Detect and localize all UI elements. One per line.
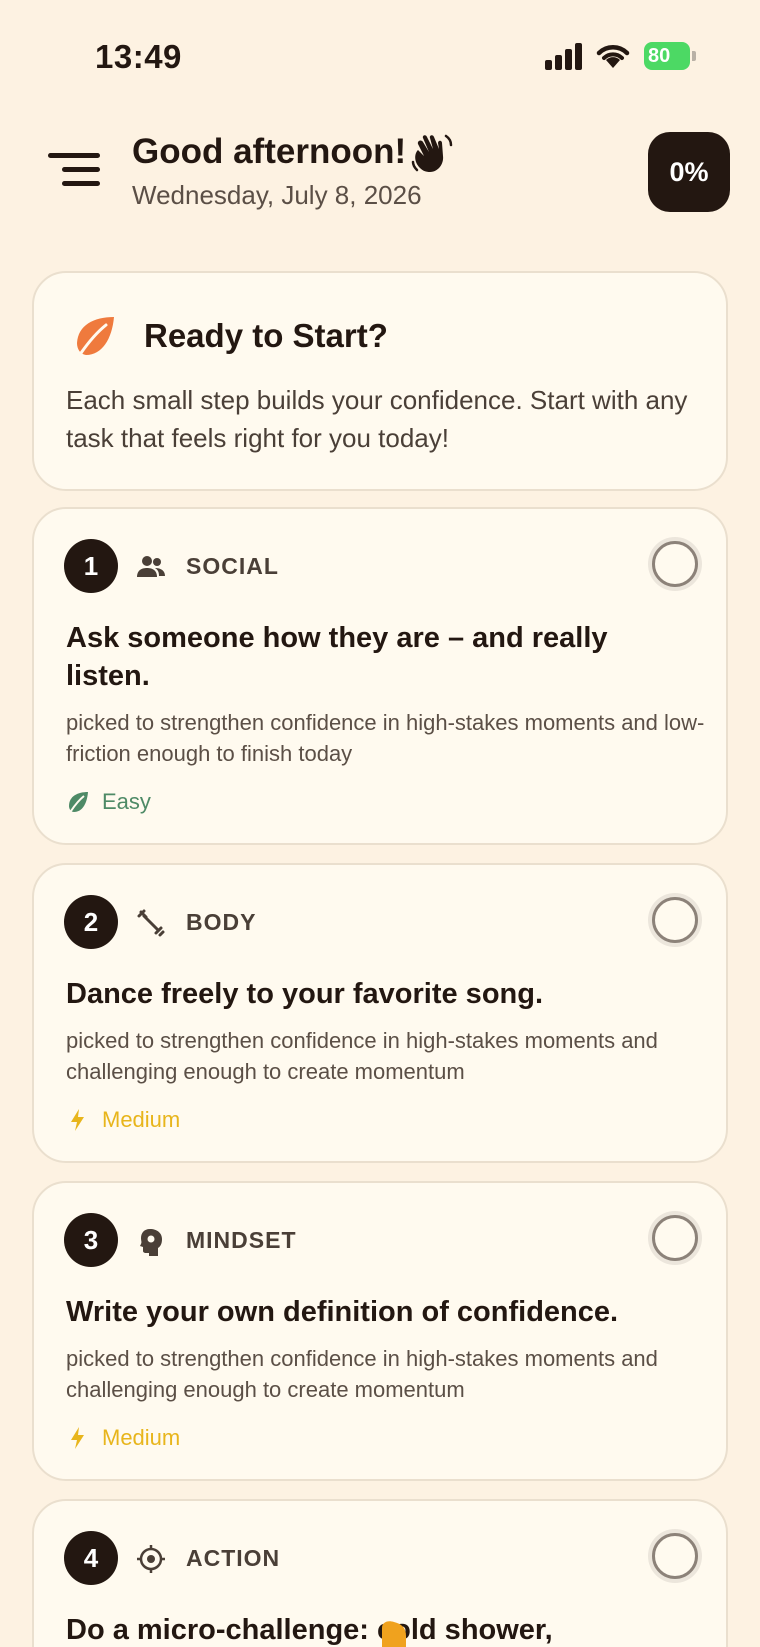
progress-badge[interactable]: 0%	[648, 132, 730, 212]
task-number-badge: 3	[64, 1213, 118, 1267]
task-description: picked to strengthen confidence in high-…	[66, 1346, 658, 1402]
people-icon	[137, 556, 165, 577]
task-complete-checkbox[interactable]	[652, 897, 698, 943]
task-description: picked to strengthen confidence in high-…	[66, 1028, 658, 1084]
task-card[interactable]: 3 MINDSET Write your own definition of c…	[32, 1181, 728, 1481]
menu-button[interactable]	[48, 150, 100, 190]
dumbbell-icon	[137, 909, 165, 937]
leaf-icon	[77, 317, 114, 355]
difficulty-tag: Easy	[66, 787, 151, 817]
task-category: MINDSET	[186, 1227, 297, 1253]
intro-text: Each small step builds your confidence. …	[66, 385, 688, 453]
task-number-badge: 4	[64, 1531, 118, 1585]
leaf-icon	[69, 792, 88, 812]
task-number-badge: 1	[64, 539, 118, 593]
current-date: Wednesday, July 8, 2026	[132, 180, 422, 210]
home-screen: 13:49 80 Good afternoon! Wednesday, July…	[0, 0, 760, 1647]
battery-icon: 80	[644, 42, 696, 70]
task-number-badge: 2	[64, 895, 118, 949]
task-card[interactable]: 2 BODY Dance freely to your favorite son…	[32, 863, 728, 1163]
difficulty-label: Medium	[102, 1425, 181, 1450]
menu-icon	[48, 153, 100, 158]
orange-hand-icon	[382, 1621, 406, 1647]
brain-head-icon	[140, 1229, 162, 1256]
task-complete-checkbox[interactable]	[652, 1215, 698, 1261]
task-category: ACTION	[186, 1545, 281, 1571]
task-category: SOCIAL	[186, 553, 279, 579]
difficulty-tag: Medium	[66, 1105, 180, 1135]
task-complete-checkbox[interactable]	[652, 541, 698, 587]
task-description: picked to strengthen confidence in high-…	[66, 710, 705, 766]
lightning-icon	[71, 1427, 84, 1449]
task-title: Dance freely to your favorite song.	[66, 978, 544, 1010]
ready-to-start-card: Ready to Start? Each small step builds y…	[32, 271, 728, 491]
lightning-icon	[71, 1109, 84, 1131]
intro-title: Ready to Start?	[144, 317, 388, 354]
task-complete-checkbox[interactable]	[652, 1533, 698, 1579]
target-icon	[137, 1545, 165, 1573]
difficulty-label: Easy	[102, 789, 151, 814]
waving-hand-icon	[411, 134, 453, 172]
task-category: BODY	[186, 909, 257, 935]
task-card[interactable]: 1 SOCIAL Ask someone how they are – and …	[32, 507, 728, 845]
difficulty-label: Medium	[102, 1107, 181, 1132]
greeting-title: Good afternoon!	[132, 132, 407, 171]
battery-level: 80	[644, 42, 690, 70]
cellular-signal-icon	[545, 42, 585, 70]
task-title: Write your own definition of confidence.	[66, 1296, 619, 1328]
wifi-icon	[596, 45, 630, 68]
difficulty-tag: Medium	[66, 1423, 180, 1453]
task-title: Ask someone how they are – and really li…	[66, 622, 608, 692]
status-bar: 13:49 80	[0, 0, 760, 110]
status-time: 13:49	[95, 38, 182, 75]
